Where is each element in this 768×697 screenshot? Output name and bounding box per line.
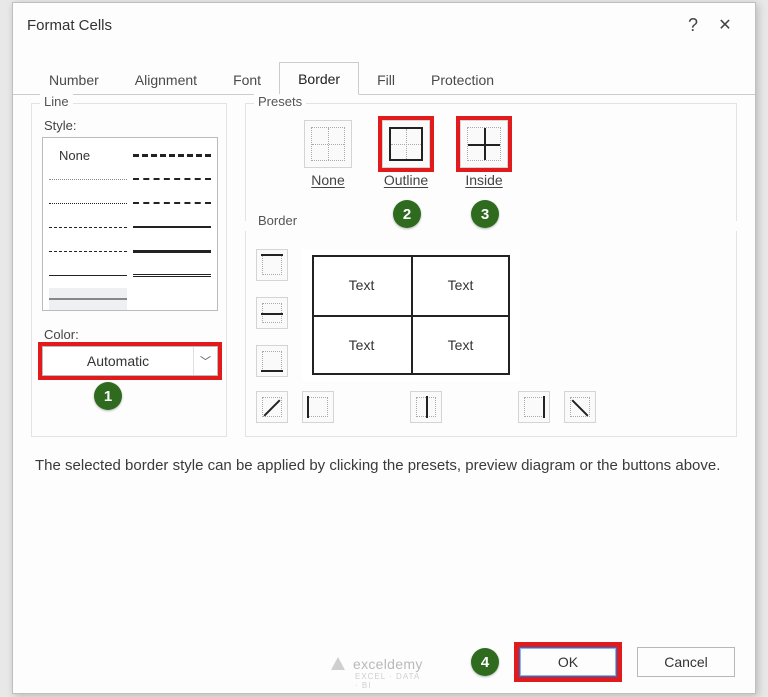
border-right-button[interactable] <box>518 391 550 423</box>
annotation-badge-1: 1 <box>94 382 122 410</box>
border-left-button[interactable] <box>302 391 334 423</box>
border-edge-buttons-bottom <box>302 391 596 423</box>
color-value: Automatic <box>43 353 193 369</box>
close-icon[interactable]: ✕ <box>709 15 741 35</box>
annotation-badge-3: 3 <box>471 200 499 228</box>
preset-outline: Outline 2 <box>382 120 430 188</box>
tab-protection[interactable]: Protection <box>413 64 512 95</box>
preset-inside-button[interactable] <box>460 120 508 168</box>
preset-outline-label: Outline <box>384 172 428 188</box>
presets-section: Presets None Outline <box>245 103 737 221</box>
border-section: Border Text <box>245 231 737 437</box>
style-hair[interactable] <box>49 168 127 190</box>
preset-none: None <box>304 120 352 188</box>
color-dropdown[interactable]: Automatic ﹀ <box>42 346 218 376</box>
preset-inside: Inside 3 <box>460 120 508 188</box>
border-hmiddle-button[interactable] <box>256 297 288 329</box>
style-thick[interactable] <box>133 240 211 262</box>
style-medium[interactable] <box>133 216 211 238</box>
preview-cell-2: Text <box>411 255 510 315</box>
chevron-down-icon[interactable]: ﹀ <box>193 347 217 375</box>
border-preview[interactable]: Text Text Text Text <box>302 249 520 381</box>
dialog-buttons: 4 OK Cancel <box>471 647 735 677</box>
style-dash-dot[interactable] <box>49 240 127 262</box>
style-thin[interactable] <box>49 264 127 286</box>
style-dash[interactable] <box>49 216 127 238</box>
preset-outline-button[interactable] <box>382 120 430 168</box>
annotation-badge-2: 2 <box>393 200 421 228</box>
ok-button[interactable]: OK <box>519 647 617 677</box>
style-thick-dash[interactable] <box>133 144 211 166</box>
border-bottom-button[interactable] <box>256 345 288 377</box>
help-icon[interactable]: ? <box>677 15 709 36</box>
preset-inside-label: Inside <box>465 172 502 188</box>
tab-border[interactable]: Border <box>279 62 359 95</box>
preset-none-button[interactable] <box>304 120 352 168</box>
dialog-content: Line Style: None Color: <box>13 95 755 477</box>
watermark-sub: EXCEL · DATA · BI <box>355 672 423 690</box>
style-double[interactable] <box>133 264 211 286</box>
border-top-button[interactable] <box>256 249 288 281</box>
watermark-text: exceldemy <box>353 656 423 672</box>
tab-alignment[interactable]: Alignment <box>117 64 215 95</box>
style-dotted[interactable] <box>49 192 127 214</box>
line-style-list[interactable]: None <box>42 137 218 311</box>
preview-cell-4: Text <box>411 315 510 375</box>
style-dash-dot-med[interactable] <box>133 168 211 190</box>
line-section-label: Line <box>40 94 73 109</box>
description-text: The selected border style can be applied… <box>31 455 737 477</box>
style-label: Style: <box>44 118 216 133</box>
tab-fill[interactable]: Fill <box>359 64 413 95</box>
preview-cell-3: Text <box>312 315 411 375</box>
border-section-label: Border <box>254 213 301 228</box>
tab-strip: Number Alignment Font Border Fill Protec… <box>13 61 755 95</box>
tab-font[interactable]: Font <box>215 64 279 95</box>
color-label: Color: <box>44 327 216 342</box>
style-dash-dot-dot[interactable] <box>133 192 211 214</box>
watermark: exceldemy EXCEL · DATA · BI <box>329 655 423 673</box>
presets-section-label: Presets <box>254 94 306 109</box>
border-diag-down-button[interactable] <box>564 391 596 423</box>
style-none[interactable]: None <box>49 144 127 166</box>
annotation-badge-4: 4 <box>471 648 499 676</box>
border-diag-up-button[interactable] <box>256 391 288 423</box>
cancel-button[interactable]: Cancel <box>637 647 735 677</box>
line-section: Line Style: None Color: <box>31 103 227 437</box>
preview-cell-1: Text <box>312 255 411 315</box>
format-cells-dialog: Format Cells ? ✕ Number Alignment Font B… <box>12 2 756 694</box>
titlebar: Format Cells ? ✕ <box>13 3 755 47</box>
style-selected[interactable] <box>49 288 127 310</box>
watermark-icon <box>329 655 347 673</box>
border-vmiddle-button[interactable] <box>410 391 442 423</box>
tab-number[interactable]: Number <box>31 64 117 95</box>
dialog-title: Format Cells <box>27 17 677 34</box>
preset-none-label: None <box>311 172 344 188</box>
